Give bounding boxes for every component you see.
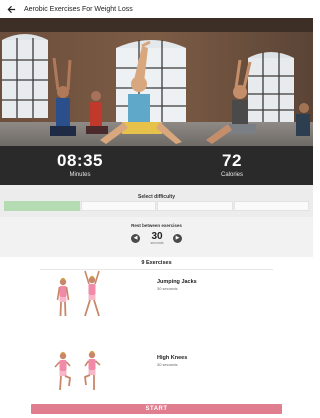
exercise-duration: 30 seconds — [157, 362, 178, 367]
difficulty-level-4[interactable] — [233, 201, 309, 211]
exercise-duration: 30 seconds — [157, 286, 178, 291]
rest-unit: seconds — [150, 241, 164, 245]
chevron-right-icon[interactable]: ▶ — [173, 234, 182, 243]
chevron-left-icon[interactable]: ◀ — [131, 234, 140, 243]
list-item[interactable]: Jumping Jacks 30 seconds — [0, 270, 313, 340]
hero-image — [0, 18, 313, 146]
difficulty-level-3[interactable] — [157, 201, 233, 211]
arrow-left-icon[interactable] — [2, 0, 20, 18]
difficulty-label: Select difficulty — [138, 194, 175, 200]
exercise-count: 9 Exercises — [141, 260, 172, 266]
jumping-jacks-illustration — [46, 270, 112, 336]
rest-section: Rest between exercises ◀ 30 seconds ▶ — [0, 217, 313, 257]
difficulty-level-1[interactable] — [4, 201, 80, 211]
calories-label: Calories — [220, 172, 243, 178]
difficulty-selector[interactable] — [4, 201, 309, 211]
calories-value: 72 — [222, 151, 242, 170]
duration-label: Minutes — [69, 172, 91, 178]
exercise-name: High Knees — [157, 355, 188, 361]
duration-value: 08:35 — [57, 151, 103, 170]
calories-stat: 72 Calories — [202, 151, 262, 180]
high-knees-illustration — [46, 342, 112, 408]
difficulty-section: Select difficulty — [0, 185, 313, 217]
rest-stepper: ◀ 30 seconds ▶ — [130, 231, 184, 251]
list-item[interactable]: High Knees 30 seconds — [0, 342, 313, 412]
page-title: Aerobic Exercises For Weight Loss — [24, 5, 133, 13]
app-bar: Aerobic Exercises For Weight Loss — [0, 0, 313, 18]
duration-stat: 08:35 Minutes — [50, 151, 110, 180]
exercise-name: Jumping Jacks — [157, 279, 197, 285]
start-button[interactable]: START — [31, 404, 282, 414]
rest-label: Rest between exercises — [131, 223, 182, 228]
difficulty-level-2[interactable] — [80, 201, 156, 211]
stats-bar: 08:35 Minutes 72 Calories — [0, 146, 313, 185]
